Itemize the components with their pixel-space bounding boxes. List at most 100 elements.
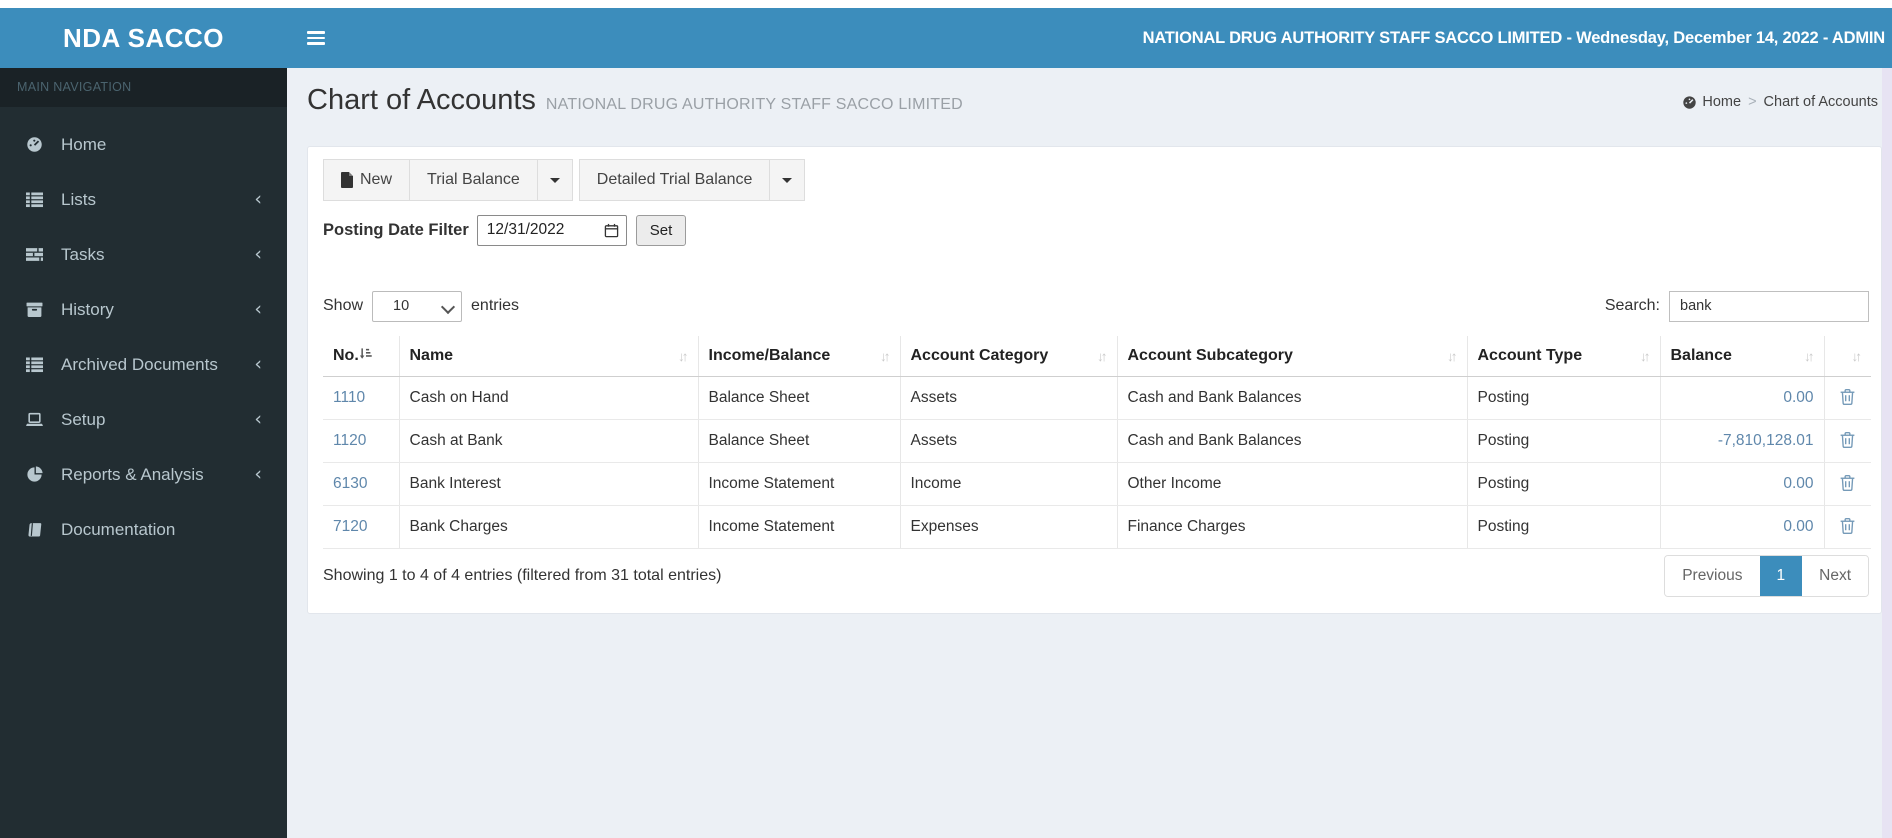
account-no-link[interactable]: 1110 — [333, 389, 365, 406]
search-label: Search: — [1604, 297, 1660, 314]
delete-account-button[interactable] — [1837, 515, 1858, 540]
posting-date-input[interactable] — [486, 221, 604, 239]
search-control: Search: — [1604, 290, 1869, 322]
column-header-income-balance[interactable]: Income/Balance ↓↑ — [697, 336, 900, 377]
sidebar-item-documentation[interactable]: Documentation — [0, 502, 287, 557]
table-body: 1110 Cash on Hand Balance Sheet Assets Cash … — [323, 376, 1871, 549]
posting-date-input-wrap — [476, 214, 627, 246]
account-type-cell: Posting — [1466, 376, 1660, 420]
chart-of-accounts-table: No. Name ↓↑ Income/Balance ↓↑ Account Categor… — [323, 336, 1871, 549]
file-icon — [341, 172, 354, 188]
balance-link[interactable]: 0.00 — [1783, 389, 1813, 406]
balance-link[interactable]: 0.00 — [1783, 475, 1813, 492]
page-length-select-wrap: 10 — [372, 290, 463, 322]
trash-icon — [1840, 388, 1855, 405]
sort-icon: ↓↑ — [678, 348, 688, 364]
balance-link[interactable]: 0.00 — [1783, 518, 1813, 535]
sort-icon: ↓↑ — [1097, 348, 1107, 364]
column-label: Account Type — [1477, 347, 1583, 364]
page-subtitle: NATIONAL DRUG AUTHORITY STAFF SACCO LIMI… — [545, 96, 963, 113]
account-no-cell: 1110 — [323, 376, 399, 420]
account-type-cell: Posting — [1466, 462, 1660, 506]
sidebar-item-history[interactable]: History ‹ — [0, 282, 287, 337]
next-page-button[interactable]: Next — [1802, 556, 1868, 596]
delete-account-button[interactable] — [1837, 386, 1858, 411]
trial-balance-dropdown-button[interactable] — [536, 159, 573, 201]
set-date-button[interactable]: Set — [635, 214, 687, 246]
sidebar-item-archived-documents[interactable]: Archived Documents ‹ — [0, 337, 287, 392]
column-header-actions[interactable]: ↓↑ — [1823, 336, 1871, 377]
page-title: Chart of Accounts — [307, 84, 536, 116]
top-white-strip — [0, 0, 1892, 8]
sidebar-item-tasks[interactable]: Tasks ‹ — [0, 227, 287, 282]
page-1-button[interactable]: 1 — [1759, 556, 1803, 596]
archive-icon — [26, 302, 48, 318]
sidebar-item-home[interactable]: Home — [0, 117, 287, 172]
table-row-account-6130: 6130 Bank Interest Income Statement Income O… — [323, 462, 1871, 506]
account-name-cell: Bank Interest — [398, 462, 698, 506]
account-name-cell: Cash at Bank — [398, 419, 698, 463]
column-header-name[interactable]: Name ↓↑ — [398, 336, 698, 377]
th-list-icon — [26, 192, 48, 208]
table-footer-row: Showing 1 to 4 of 4 entries (filtered fr… — [323, 553, 1869, 599]
sidebar-item-label: Archived Documents — [61, 354, 218, 374]
account-subcategory-cell: Other Income — [1116, 462, 1467, 506]
chevron-left-icon: ‹ — [254, 298, 262, 320]
sidebar-item-label: Documentation — [61, 519, 176, 539]
delete-account-button[interactable] — [1837, 472, 1858, 497]
show-label: Show — [323, 297, 364, 314]
column-label: No. — [333, 347, 359, 364]
app-logo[interactable]: NDA SACCO — [0, 8, 287, 68]
dashboard-icon — [26, 137, 48, 153]
column-label: Income/Balance — [708, 347, 831, 364]
balance-cell: -7,810,128.01 — [1659, 419, 1824, 463]
account-no-cell: 1120 — [323, 419, 399, 463]
breadcrumb-separator: > — [1748, 94, 1757, 110]
sidebar-item-label: Home — [61, 134, 107, 154]
sort-icon: ↓↑ — [1804, 348, 1814, 364]
account-category-cell: Assets — [899, 419, 1117, 463]
account-no-link[interactable]: 7120 — [333, 518, 367, 535]
column-header-account-category[interactable]: Account Category ↓↑ — [899, 336, 1117, 377]
pagination: Previous 1 Next — [1664, 555, 1869, 597]
account-no-link[interactable]: 6130 — [333, 475, 367, 492]
search-input[interactable] — [1669, 290, 1869, 322]
delete-cell — [1823, 376, 1871, 420]
account-category-cell: Expenses — [899, 505, 1117, 549]
previous-page-button[interactable]: Previous — [1665, 556, 1760, 596]
browser-scrollbar[interactable] — [1882, 68, 1892, 838]
account-no-link[interactable]: 1120 — [333, 432, 366, 449]
account-name-cell: Bank Charges — [398, 505, 698, 549]
table-row-account-7120: 7120 Bank Charges Income Statement Expenses… — [323, 505, 1871, 549]
column-header-no[interactable]: No. — [323, 336, 399, 377]
column-header-account-subcategory[interactable]: Account Subcategory ↓↑ — [1116, 336, 1467, 377]
column-header-account-type[interactable]: Account Type ↓↑ — [1466, 336, 1660, 377]
dashboard-icon — [1683, 95, 1697, 109]
caret-down-icon — [782, 177, 793, 183]
delete-account-button[interactable] — [1837, 429, 1858, 454]
account-category-cell: Income — [899, 462, 1117, 506]
toolbar: New Trial Balance Detailed Trial Balance — [323, 159, 1869, 201]
book-icon — [26, 522, 48, 538]
detailed-trial-balance-button[interactable]: Detailed Trial Balance — [578, 159, 771, 201]
sidebar-item-reports-analysis[interactable]: Reports & Analysis ‹ — [0, 447, 287, 502]
account-category-cell: Assets — [899, 376, 1117, 420]
trial-balance-button[interactable]: Trial Balance — [409, 159, 538, 201]
page-length-select[interactable]: 10 — [372, 290, 463, 322]
balance-link[interactable]: -7,810,128.01 — [1718, 432, 1814, 449]
sidebar-toggle-icon[interactable] — [287, 8, 333, 68]
sidebar-item-lists[interactable]: Lists ‹ — [0, 172, 287, 227]
sidebar-item-setup[interactable]: Setup ‹ — [0, 392, 287, 447]
column-header-balance[interactable]: Balance ↓↑ — [1659, 336, 1824, 377]
breadcrumb-home-link[interactable]: Home — [1682, 94, 1741, 110]
sidebar-item-label: Lists — [61, 189, 96, 209]
navbar-company-title: NATIONAL DRUG AUTHORITY STAFF SACCO LIMI… — [1142, 28, 1886, 47]
table-header-row: No. Name ↓↑ Income/Balance ↓↑ Account Categor… — [323, 336, 1871, 377]
balance-cell: 0.00 — [1659, 462, 1824, 506]
content-header: Chart of Accounts NATIONAL DRUG AUTHORITY… — [287, 68, 1892, 140]
detailed-trial-balance-dropdown-button[interactable] — [769, 159, 806, 201]
th-list-icon — [26, 357, 48, 373]
new-button[interactable]: New — [323, 159, 411, 201]
calendar-icon[interactable] — [604, 223, 619, 238]
delete-cell — [1823, 505, 1871, 549]
